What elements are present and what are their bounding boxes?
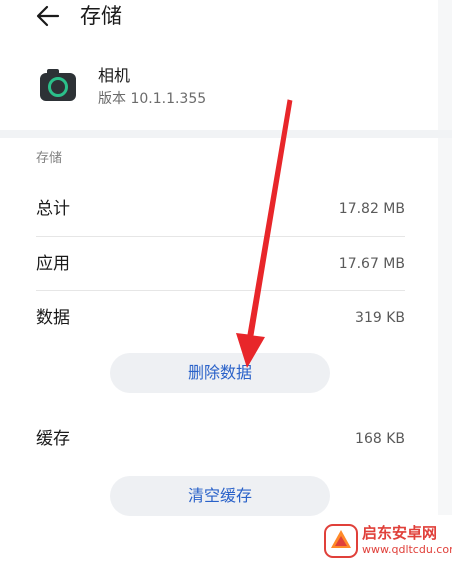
row-label: 应用 [36,254,70,274]
camera-icon [40,69,76,101]
watermark-logo-icon [324,524,358,558]
row-label: 数据 [36,308,70,328]
watermark: 启东安卓网 www.qdltcdu.com [318,520,452,563]
page-title: 存储 [80,4,122,28]
row-value: 168 KB [355,431,405,447]
arrow-left-icon [36,5,60,27]
row-value: 17.82 MB [338,201,405,217]
app-version: 版本 10.1.1.355 [98,91,207,107]
clear-data-button[interactable]: 删除数据 [110,353,330,393]
storage-row-app: 应用 17.67 MB [36,237,405,291]
back-button[interactable] [32,2,64,30]
watermark-title: 启东安卓网 [362,524,438,542]
row-label: 缓存 [36,429,70,449]
storage-row-total: 总计 17.82 MB [36,182,405,236]
app-name: 相机 [98,66,131,85]
watermark-url: www.qdltcdu.com [362,543,452,556]
row-value: 319 KB [355,310,405,326]
clear-cache-button[interactable]: 清空缓存 [110,476,330,516]
row-value: 17.67 MB [338,256,405,272]
row-label: 总计 [36,199,70,219]
storage-row-data: 数据 319 KB [36,291,405,345]
app-bar: 存储 [0,0,452,44]
cache-row: 缓存 168 KB [36,412,405,466]
section-separator [0,130,452,138]
storage-section-label: 存储 [36,151,63,166]
app-info-card: 相机 版本 10.1.1.355 [0,55,452,130]
